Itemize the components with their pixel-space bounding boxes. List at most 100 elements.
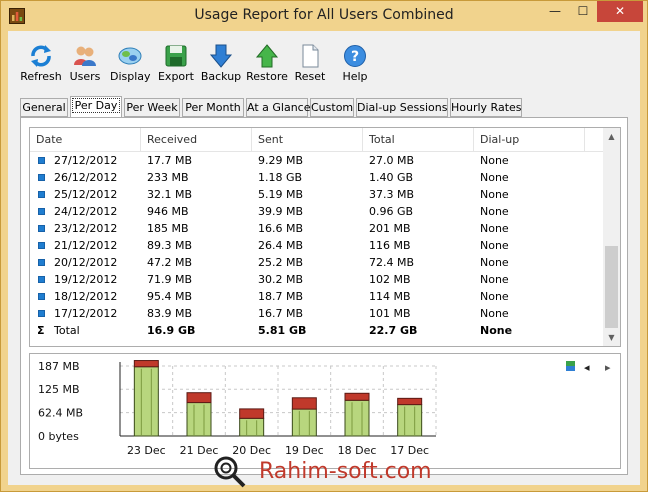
column-header-sent[interactable]: Sent	[258, 133, 283, 146]
sent-cell: 39.9 MB	[258, 205, 304, 218]
received-cell: 71.9 MB	[147, 273, 193, 286]
export-button[interactable]: Export	[156, 43, 196, 83]
received-cell: 185 MB	[147, 222, 189, 235]
total-cell: 1.40 GB	[369, 171, 414, 184]
tab-custom[interactable]: Custom	[310, 98, 354, 117]
tab-dialup-sessions[interactable]: Dial-up Sessions	[356, 98, 448, 117]
refresh-label: Refresh	[20, 70, 62, 83]
day-bullet-icon	[38, 293, 45, 300]
table-row[interactable]: 26/12/2012 233 MB 1.18 GB 1.40 GB None	[30, 169, 604, 186]
backup-button[interactable]: Backup	[200, 43, 242, 83]
total-cell: 101 MB	[369, 307, 411, 320]
table-scrollbar[interactable]: ▲ ▼	[603, 128, 620, 346]
backup-label: Backup	[200, 70, 242, 83]
bar-received	[133, 366, 159, 437]
help-icon: ?	[344, 45, 366, 67]
table-row[interactable]: 19/12/2012 71.9 MB 30.2 MB 102 MB None	[30, 271, 604, 288]
scroll-up-icon[interactable]: ▲	[603, 128, 620, 145]
column-header-dialup[interactable]: Dial-up	[480, 133, 519, 146]
y-tick-label: 125 MB	[38, 383, 80, 396]
dialup-cell: None	[480, 239, 509, 252]
refresh-button[interactable]: Refresh	[20, 43, 62, 83]
help-button[interactable]: ? Help	[340, 43, 370, 83]
received-cell: 83.9 MB	[147, 307, 193, 320]
received-cell: 17.7 MB	[147, 154, 193, 167]
y-tick-label: 187 MB	[38, 360, 80, 373]
usage-table: Date Received Sent Total Dial-up 27/12/2…	[29, 127, 621, 347]
minimize-button[interactable]: —	[541, 1, 569, 22]
total-sent: 5.81 GB	[258, 324, 307, 337]
tab-per-month[interactable]: Per Month	[182, 98, 244, 117]
bar-received	[186, 402, 212, 437]
bar-received	[291, 408, 317, 437]
day-bullet-icon	[38, 225, 45, 232]
scroll-down-icon[interactable]: ▼	[603, 329, 620, 346]
day-bullet-icon	[38, 208, 45, 215]
table-header: Date Received Sent Total Dial-up	[30, 128, 604, 152]
total-cell: 116 MB	[369, 239, 411, 252]
users-button[interactable]: Users	[66, 43, 104, 83]
table-row[interactable]: 20/12/2012 47.2 MB 25.2 MB 72.4 MB None	[30, 254, 604, 271]
export-icon	[165, 45, 187, 67]
reset-button[interactable]: Reset	[294, 43, 326, 83]
dialup-cell: None	[480, 290, 509, 303]
users-icon	[74, 46, 96, 66]
dialup-cell: None	[480, 256, 509, 269]
y-tick-label: 62.4 MB	[38, 407, 83, 420]
tab-at-a-glance[interactable]: At a Glance	[246, 98, 311, 117]
watermark: Rahim-soft.com	[205, 455, 465, 489]
sent-cell: 18.7 MB	[258, 290, 304, 303]
column-header-date[interactable]: Date	[36, 133, 62, 146]
date-cell: 17/12/2012	[54, 307, 118, 320]
chart-next-icon[interactable]: ▸	[605, 361, 611, 374]
received-cell: 95.4 MB	[147, 290, 193, 303]
table-row[interactable]: 23/12/2012 185 MB 16.6 MB 201 MB None	[30, 220, 604, 237]
tab-hourly-rates[interactable]: Hourly Rates	[450, 98, 522, 117]
chart-prev-icon[interactable]: ◂	[584, 361, 590, 374]
scroll-thumb[interactable]	[605, 246, 618, 328]
total-cell: 201 MB	[369, 222, 411, 235]
tab-general[interactable]: General	[20, 98, 68, 117]
table-row[interactable]: 17/12/2012 83.9 MB 16.7 MB 101 MB None	[30, 305, 604, 322]
bar-received	[397, 404, 423, 437]
day-bullet-icon	[38, 310, 45, 317]
refresh-icon	[31, 45, 51, 67]
dialup-cell: None	[480, 171, 509, 184]
bar-sent	[291, 397, 317, 410]
table-row[interactable]: 25/12/2012 32.1 MB 5.19 MB 37.3 MB None	[30, 186, 604, 203]
column-header-total[interactable]: Total	[369, 133, 395, 146]
reset-icon	[302, 44, 319, 68]
table-row[interactable]: 21/12/2012 89.3 MB 26.4 MB 116 MB None	[30, 237, 604, 254]
tab-per-week[interactable]: Per Week	[124, 98, 180, 117]
legend-icon	[566, 366, 575, 371]
display-button[interactable]: Display	[110, 43, 151, 83]
table-row[interactable]: 18/12/2012 95.4 MB 18.7 MB 114 MB None	[30, 288, 604, 305]
date-cell: 24/12/2012	[54, 205, 118, 218]
column-header-received[interactable]: Received	[147, 133, 197, 146]
display-icon	[118, 47, 142, 65]
dialup-cell: None	[480, 154, 509, 167]
date-cell: 20/12/2012	[54, 256, 118, 269]
total-total: 22.7 GB	[369, 324, 418, 337]
tab-per-day[interactable]: Per Day	[70, 96, 122, 118]
date-cell: 25/12/2012	[54, 188, 118, 201]
table-row[interactable]: 27/12/2012 17.7 MB 9.29 MB 27.0 MB None	[30, 152, 604, 169]
title-bar[interactable]: Usage Report for All Users Combined — ☐ …	[1, 1, 647, 31]
restore-button[interactable]: Restore	[246, 43, 288, 83]
maximize-button[interactable]: ☐	[569, 1, 597, 22]
help-label: Help	[342, 70, 368, 83]
usage-chart: 187 MB 125 MB 62.4 MB 0 bytes 23 Dec 21 Dec 20…	[29, 353, 621, 469]
close-button[interactable]: ✕	[597, 1, 643, 22]
sigma-icon: Σ	[37, 324, 45, 337]
total-row[interactable]: Σ Total 16.9 GB 5.81 GB 22.7 GB None	[30, 322, 604, 339]
magnifier-logo-icon	[214, 456, 246, 488]
date-cell: 18/12/2012	[54, 290, 118, 303]
sent-cell: 30.2 MB	[258, 273, 304, 286]
sent-cell: 5.19 MB	[258, 188, 304, 201]
table-row[interactable]: 24/12/2012 946 MB 39.9 MB 0.96 GB None	[30, 203, 604, 220]
dialup-cell: None	[480, 205, 509, 218]
total-cell: 0.96 GB	[369, 205, 414, 218]
restore-label: Restore	[246, 70, 288, 83]
bar-sent	[239, 408, 265, 419]
date-cell: 19/12/2012	[54, 273, 118, 286]
